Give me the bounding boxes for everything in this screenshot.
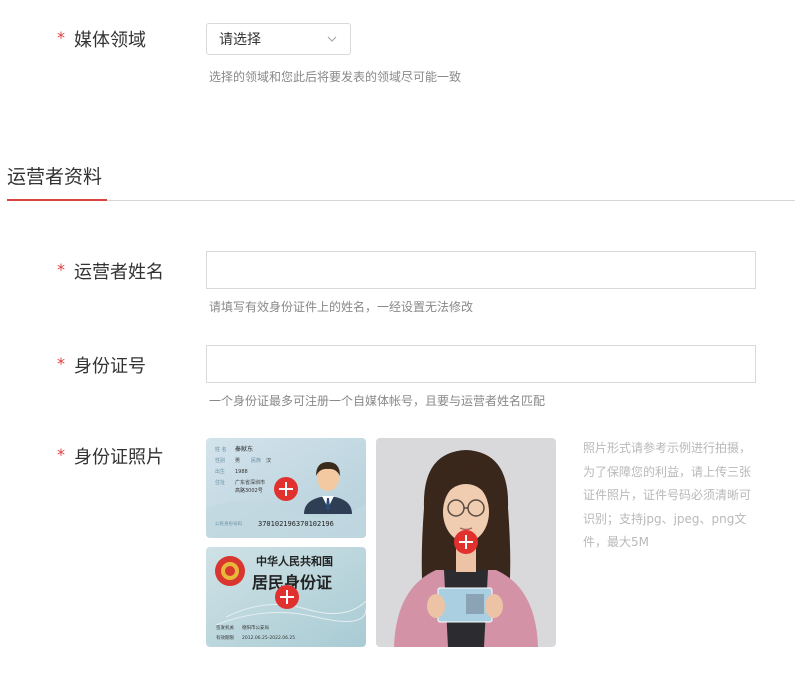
media-field-hint: 选择的领域和您此后将要发表的领域尽可能一致 (209, 70, 462, 84)
id-front-name-value: 秦献东 (235, 445, 253, 453)
operator-name-input[interactable] (206, 251, 756, 289)
chevron-down-icon (327, 36, 337, 42)
id-front-birth-value: 1988 (235, 469, 248, 475)
id-front-sex-label: 性别 (215, 457, 225, 464)
id-back-country: 中华人民共和国 (256, 554, 333, 568)
section-title: 运营者资料 (7, 166, 103, 188)
id-front-address-value-1: 广东省深圳市 (235, 479, 265, 486)
section-divider (7, 200, 795, 201)
media-field-label: 媒体领域 (74, 30, 146, 51)
id-back-authority-value: 德阳市公安局 (242, 624, 269, 631)
operator-name-required-mark: * (57, 260, 65, 279)
id-back-authority-label: 签发机关 (216, 624, 234, 631)
operator-name-label: 运营者姓名 (74, 262, 164, 283)
id-front-ethnic-value: 汉 (266, 457, 271, 464)
id-photos-required-mark: * (57, 445, 65, 464)
id-handheld-upload[interactable] (376, 438, 556, 647)
add-id-front-icon[interactable] (274, 477, 298, 501)
id-back-upload[interactable]: 中华人民共和国 居民身份证 签发机关 德阳市公安局 有效期限 2012.06.2… (206, 547, 366, 647)
id-front-birth-label: 出生 (215, 468, 225, 475)
media-field-required-mark: * (57, 28, 65, 47)
section-accent-line (7, 199, 107, 201)
id-back-validity-value: 2012.06.25-2022.06.25 (242, 635, 295, 641)
id-front-sex-value: 男 (235, 458, 240, 464)
id-photos-label: 身份证照片 (74, 447, 164, 468)
operator-name-hint: 请填写有效身份证件上的姓名，一经设置无法修改 (209, 300, 474, 314)
id-front-id-label: 公民身份号码 (215, 520, 242, 527)
id-front-ethnic-label: 民族 (251, 457, 261, 464)
id-front-id-value: 370102196370102196 (258, 520, 334, 528)
svg-text:姓 名: 姓 名 (215, 446, 227, 453)
media-field-select[interactable]: 请选择 (206, 23, 351, 55)
id-photos-tip: 照片形式请参考示例进行拍摄，为了保障您的利益，请上传三张证件照片，证件号码必须清… (583, 441, 752, 549)
id-front-address-label: 住址 (215, 479, 225, 486)
id-front-upload[interactable]: 姓 名 性别 出生 住址 秦献东 男 民族 汉 1988 广东省深圳市 高路30… (206, 438, 366, 538)
id-back-validity-label: 有效期限 (216, 634, 234, 641)
add-id-handheld-icon[interactable] (454, 530, 478, 554)
national-emblem-icon (215, 556, 245, 586)
media-field-select-value: 请选择 (219, 32, 261, 48)
add-id-back-icon[interactable] (275, 585, 299, 609)
id-number-hint: 一个身份证最多可注册一个自媒体帐号，且要与运营者姓名匹配 (209, 394, 546, 408)
id-number-input[interactable] (206, 345, 756, 383)
id-front-address-value-2: 高路3002号 (235, 487, 263, 494)
id-number-required-mark: * (57, 354, 65, 373)
id-number-label: 身份证号 (74, 356, 146, 377)
